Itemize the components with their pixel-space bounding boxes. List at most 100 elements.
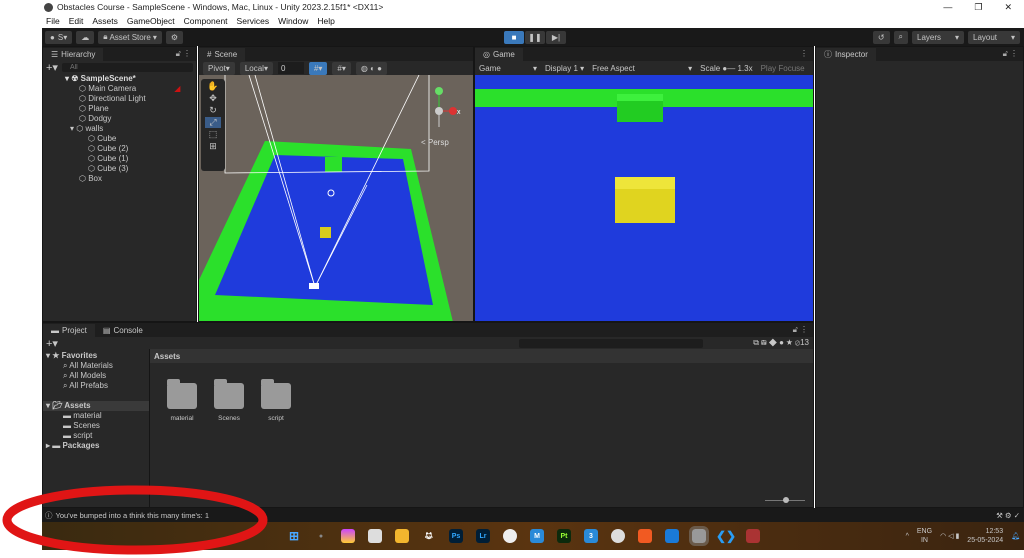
maximize-button[interactable]: ❐ <box>974 2 982 13</box>
lightroom-icon[interactable]: Lr <box>476 529 490 543</box>
scale-tool-icon[interactable]: ⤢ <box>205 117 221 128</box>
unity-hub-icon[interactable] <box>503 529 517 543</box>
fox-app-icon[interactable]: 🦊︎ <box>422 529 436 543</box>
hierarchy-item[interactable]: ⬡ Dodgy <box>79 114 196 124</box>
breadcrumb-assets[interactable]: Assets <box>154 352 180 361</box>
shading-button[interactable]: ◍ ◐ ● <box>355 61 387 75</box>
grid-snap-button[interactable]: #▾ <box>308 61 328 75</box>
fav-item[interactable]: ⌕ All Materials <box>43 361 149 371</box>
painter-icon[interactable]: Pt <box>557 529 571 543</box>
tab-console[interactable]: ▤ Console <box>95 324 151 337</box>
tab-project[interactable]: ▬ Project <box>43 324 95 337</box>
aspect-dropdown[interactable]: Free Aspect ▾ <box>592 64 692 73</box>
rotate-tool-icon[interactable]: ↻ <box>209 105 217 116</box>
layout-dropdown[interactable]: Layout ▾ <box>968 30 1020 44</box>
increment-snap-button[interactable]: #▾ <box>332 61 351 75</box>
display-dropdown[interactable]: Display 1 ▾ <box>545 64 584 73</box>
task-view-icon[interactable] <box>368 529 382 543</box>
hierarchy-item[interactable]: ▾ ⬡ walls <box>70 124 196 134</box>
status-icons[interactable]: ⚒ ⚙ ✓ <box>996 511 1024 520</box>
hierarchy-item[interactable]: ⬡ Plane <box>79 104 196 114</box>
menu-services[interactable]: Services <box>237 16 270 26</box>
play-stop-button[interactable]: ■ <box>504 30 524 44</box>
folder-scenes[interactable]: Scenes <box>213 379 245 422</box>
close-button[interactable]: ✕ <box>1004 2 1012 13</box>
menu-edit[interactable]: Edit <box>69 16 84 26</box>
vscode-icon[interactable]: ❮❯ <box>716 529 736 543</box>
menu-gameobject[interactable]: GameObject <box>127 16 175 26</box>
hierarchy-item[interactable]: ⬡ Cube (2) <box>88 144 196 154</box>
remote-icon[interactable] <box>665 529 679 543</box>
menu-file[interactable]: File <box>46 16 60 26</box>
project-search-input[interactable] <box>519 338 703 348</box>
scale-slider[interactable]: Scale ●— 1.3x <box>700 64 752 73</box>
tab-hierarchy[interactable]: ☰ Hierarchy <box>43 48 104 61</box>
create-button[interactable]: +▾ <box>46 337 58 350</box>
start-icon[interactable]: ⊞ <box>287 529 301 543</box>
hierarchy-item[interactable]: ⬡ Cube <box>88 134 196 144</box>
tab-inspector[interactable]: ⓘ Inspector <box>816 48 876 61</box>
language-indicator[interactable]: ENG IN <box>917 527 932 545</box>
hierarchy-item[interactable]: ⬡ Main Camera ◢ <box>79 84 196 94</box>
play-focused-dropdown[interactable]: Play Focused <box>761 64 805 73</box>
search-icon[interactable]: ● <box>314 529 328 543</box>
rect-tool-icon[interactable]: ⬚ <box>209 129 218 140</box>
menu-assets[interactable]: Assets <box>92 16 118 26</box>
local-dropdown[interactable]: Local ▾ <box>239 61 273 75</box>
settings-icon[interactable]: ⚙ <box>165 30 184 44</box>
step-button[interactable]: ▶| <box>546 30 566 44</box>
history-icon[interactable]: ↺ <box>872 30 890 44</box>
more-icon[interactable]: ⋮ <box>800 49 808 58</box>
brave-icon[interactable] <box>638 529 652 543</box>
folder-material[interactable]: material <box>166 379 198 422</box>
winrar-icon[interactable] <box>746 529 760 543</box>
add-button[interactable]: +▾ <box>46 61 58 74</box>
asset-subfolder[interactable]: ▬ script <box>43 431 149 441</box>
filter-icons[interactable]: ⧉ ⛁ ◆ ● ★ ⊘13 <box>753 338 809 348</box>
assets-folder[interactable]: ▾ 📂︎ Assets <box>43 401 149 411</box>
scene-viewport[interactable]: x < Persp <box>199 75 473 321</box>
file-explorer-icon[interactable] <box>395 529 409 543</box>
packages-folder[interactable]: ▸ ▬ Packages <box>43 441 149 451</box>
asset-subfolder[interactable]: ▬ material <box>43 411 149 421</box>
fav-item[interactable]: ⌕ All Models <box>43 371 149 381</box>
icon-size-slider[interactable] <box>765 497 805 503</box>
move-tool-icon[interactable]: ✥ <box>209 93 217 104</box>
m-app-icon[interactable]: M <box>530 529 544 543</box>
layers-dropdown[interactable]: Layers ▾ <box>912 30 964 44</box>
unity-icon[interactable] <box>611 529 625 543</box>
lock-icon[interactable]: 🔓︎ ⋮ <box>793 325 808 335</box>
pivot-dropdown[interactable]: Pivot ▾ <box>203 61 235 75</box>
asset-subfolder[interactable]: ▬ Scenes <box>43 421 149 431</box>
tray-expand-icon[interactable]: ^ <box>906 533 909 540</box>
pause-button[interactable]: ❚❚ <box>525 30 545 44</box>
wifi-volume-battery-icon[interactable]: ◠ ◁ ▮ <box>940 532 959 540</box>
search-icon[interactable]: ⌕ <box>893 30 908 44</box>
notification-bell-icon[interactable]: 🔔︎ <box>1011 532 1020 540</box>
photoshop-icon[interactable]: Ps <box>449 529 463 543</box>
account-button[interactable]: ● S ▾ <box>45 30 73 44</box>
snap-input[interactable] <box>277 62 304 74</box>
hierarchy-item[interactable]: ⬡ Directional Light <box>79 94 196 104</box>
copilot-icon[interactable] <box>341 529 355 543</box>
asset-store-button[interactable]: 🔒︎ Asset Store ▾ <box>98 30 162 44</box>
cloud-button[interactable]: ☁ <box>76 30 95 44</box>
menu-component[interactable]: Component <box>184 16 228 26</box>
game-mode-dropdown[interactable]: Game ▾ <box>479 64 537 73</box>
folder-script[interactable]: script <box>260 379 292 422</box>
lock-icon[interactable]: 🔓︎ ⋮ <box>1003 49 1018 59</box>
minimize-button[interactable]: — <box>943 2 952 13</box>
favorites-folder[interactable]: ▾ ★ Favorites <box>43 351 149 361</box>
transform-tool-icon[interactable]: ⊞ <box>209 141 217 152</box>
hand-tool-icon[interactable]: ✋ <box>207 81 218 92</box>
hierarchy-item[interactable]: ⬡ Cube (3) <box>88 164 196 174</box>
tab-scene[interactable]: # Scene <box>199 48 246 61</box>
unity-editor-icon[interactable] <box>689 526 709 546</box>
hierarchy-item[interactable]: ⬡ Cube (1) <box>88 154 196 164</box>
menu-help[interactable]: Help <box>317 16 334 26</box>
hierarchy-item[interactable]: ⬡ Box <box>79 174 196 184</box>
menu-window[interactable]: Window <box>278 16 308 26</box>
clock[interactable]: 12:53 25-05-2024 <box>967 527 1003 545</box>
hierarchy-search-input[interactable] <box>61 63 193 72</box>
fav-item[interactable]: ⌕ All Prefabs <box>43 381 149 391</box>
